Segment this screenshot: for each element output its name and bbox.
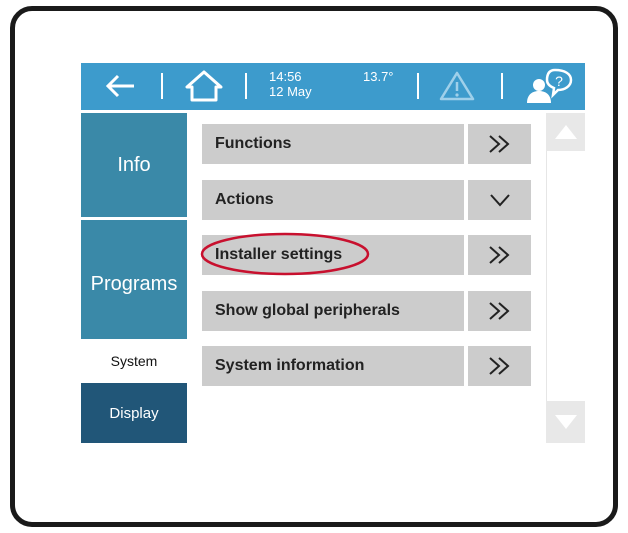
home-button[interactable]	[184, 69, 224, 103]
tab-info[interactable]: Info	[81, 113, 187, 217]
menu-item-system-information[interactable]: System information	[202, 346, 531, 386]
double-chevron-right-icon	[488, 357, 510, 375]
time-text: 14:56	[269, 69, 302, 84]
warning-icon	[439, 71, 475, 101]
menu-item-installer-settings[interactable]: Installer settings	[202, 235, 531, 275]
date-time: 14:56 12 May	[269, 69, 329, 99]
menu-item-functions[interactable]: Functions	[202, 124, 531, 164]
divider	[245, 73, 247, 99]
back-arrow-icon	[105, 74, 134, 98]
scroll-down-button[interactable]	[546, 401, 585, 443]
user-help-button[interactable]: ?	[525, 67, 575, 105]
home-icon	[185, 70, 223, 102]
status-bar: 14:56 12 May 13.7° ?	[81, 63, 585, 110]
chevron-down-icon	[489, 194, 510, 207]
double-chevron-right-icon	[488, 302, 510, 320]
divider	[501, 73, 503, 99]
double-chevron-right-icon	[488, 135, 510, 153]
svg-text:?: ?	[555, 73, 563, 89]
expand-button[interactable]	[468, 235, 531, 275]
menu-item-label[interactable]: Actions	[202, 180, 464, 220]
tab-display[interactable]: Display	[81, 383, 187, 443]
menu-item-label[interactable]: System information	[202, 346, 464, 386]
tab-programs[interactable]: Programs	[81, 220, 187, 349]
menu-item-label[interactable]: Functions	[202, 124, 464, 164]
warning-button[interactable]	[438, 70, 476, 102]
expand-button[interactable]	[468, 291, 531, 331]
device-frame: 14:56 12 May 13.7° ? Info Programs Syste…	[10, 6, 618, 527]
touch-screen: 14:56 12 May 13.7° ? Info Programs Syste…	[81, 63, 585, 443]
back-button[interactable]	[103, 71, 139, 101]
menu-item-label[interactable]: Installer settings	[202, 235, 464, 275]
scroll-up-button[interactable]	[546, 113, 585, 151]
divider	[161, 73, 163, 99]
menu-item-actions[interactable]: Actions	[202, 180, 531, 220]
scrollbar-track[interactable]	[546, 113, 585, 443]
collapse-button[interactable]	[468, 180, 531, 220]
triangle-down-icon	[554, 415, 577, 429]
date-text: 12 May	[269, 84, 312, 99]
expand-button[interactable]	[468, 124, 531, 164]
expand-button[interactable]	[468, 346, 531, 386]
temperature-readout: 13.7°	[363, 69, 394, 84]
triangle-up-icon	[554, 125, 577, 139]
menu-item-show-global-peripherals[interactable]: Show global peripherals	[202, 291, 531, 331]
tab-system[interactable]: System	[81, 339, 187, 383]
divider	[417, 73, 419, 99]
double-chevron-right-icon	[488, 246, 510, 264]
user-help-icon: ?	[527, 68, 573, 103]
menu-item-label[interactable]: Show global peripherals	[202, 291, 464, 331]
